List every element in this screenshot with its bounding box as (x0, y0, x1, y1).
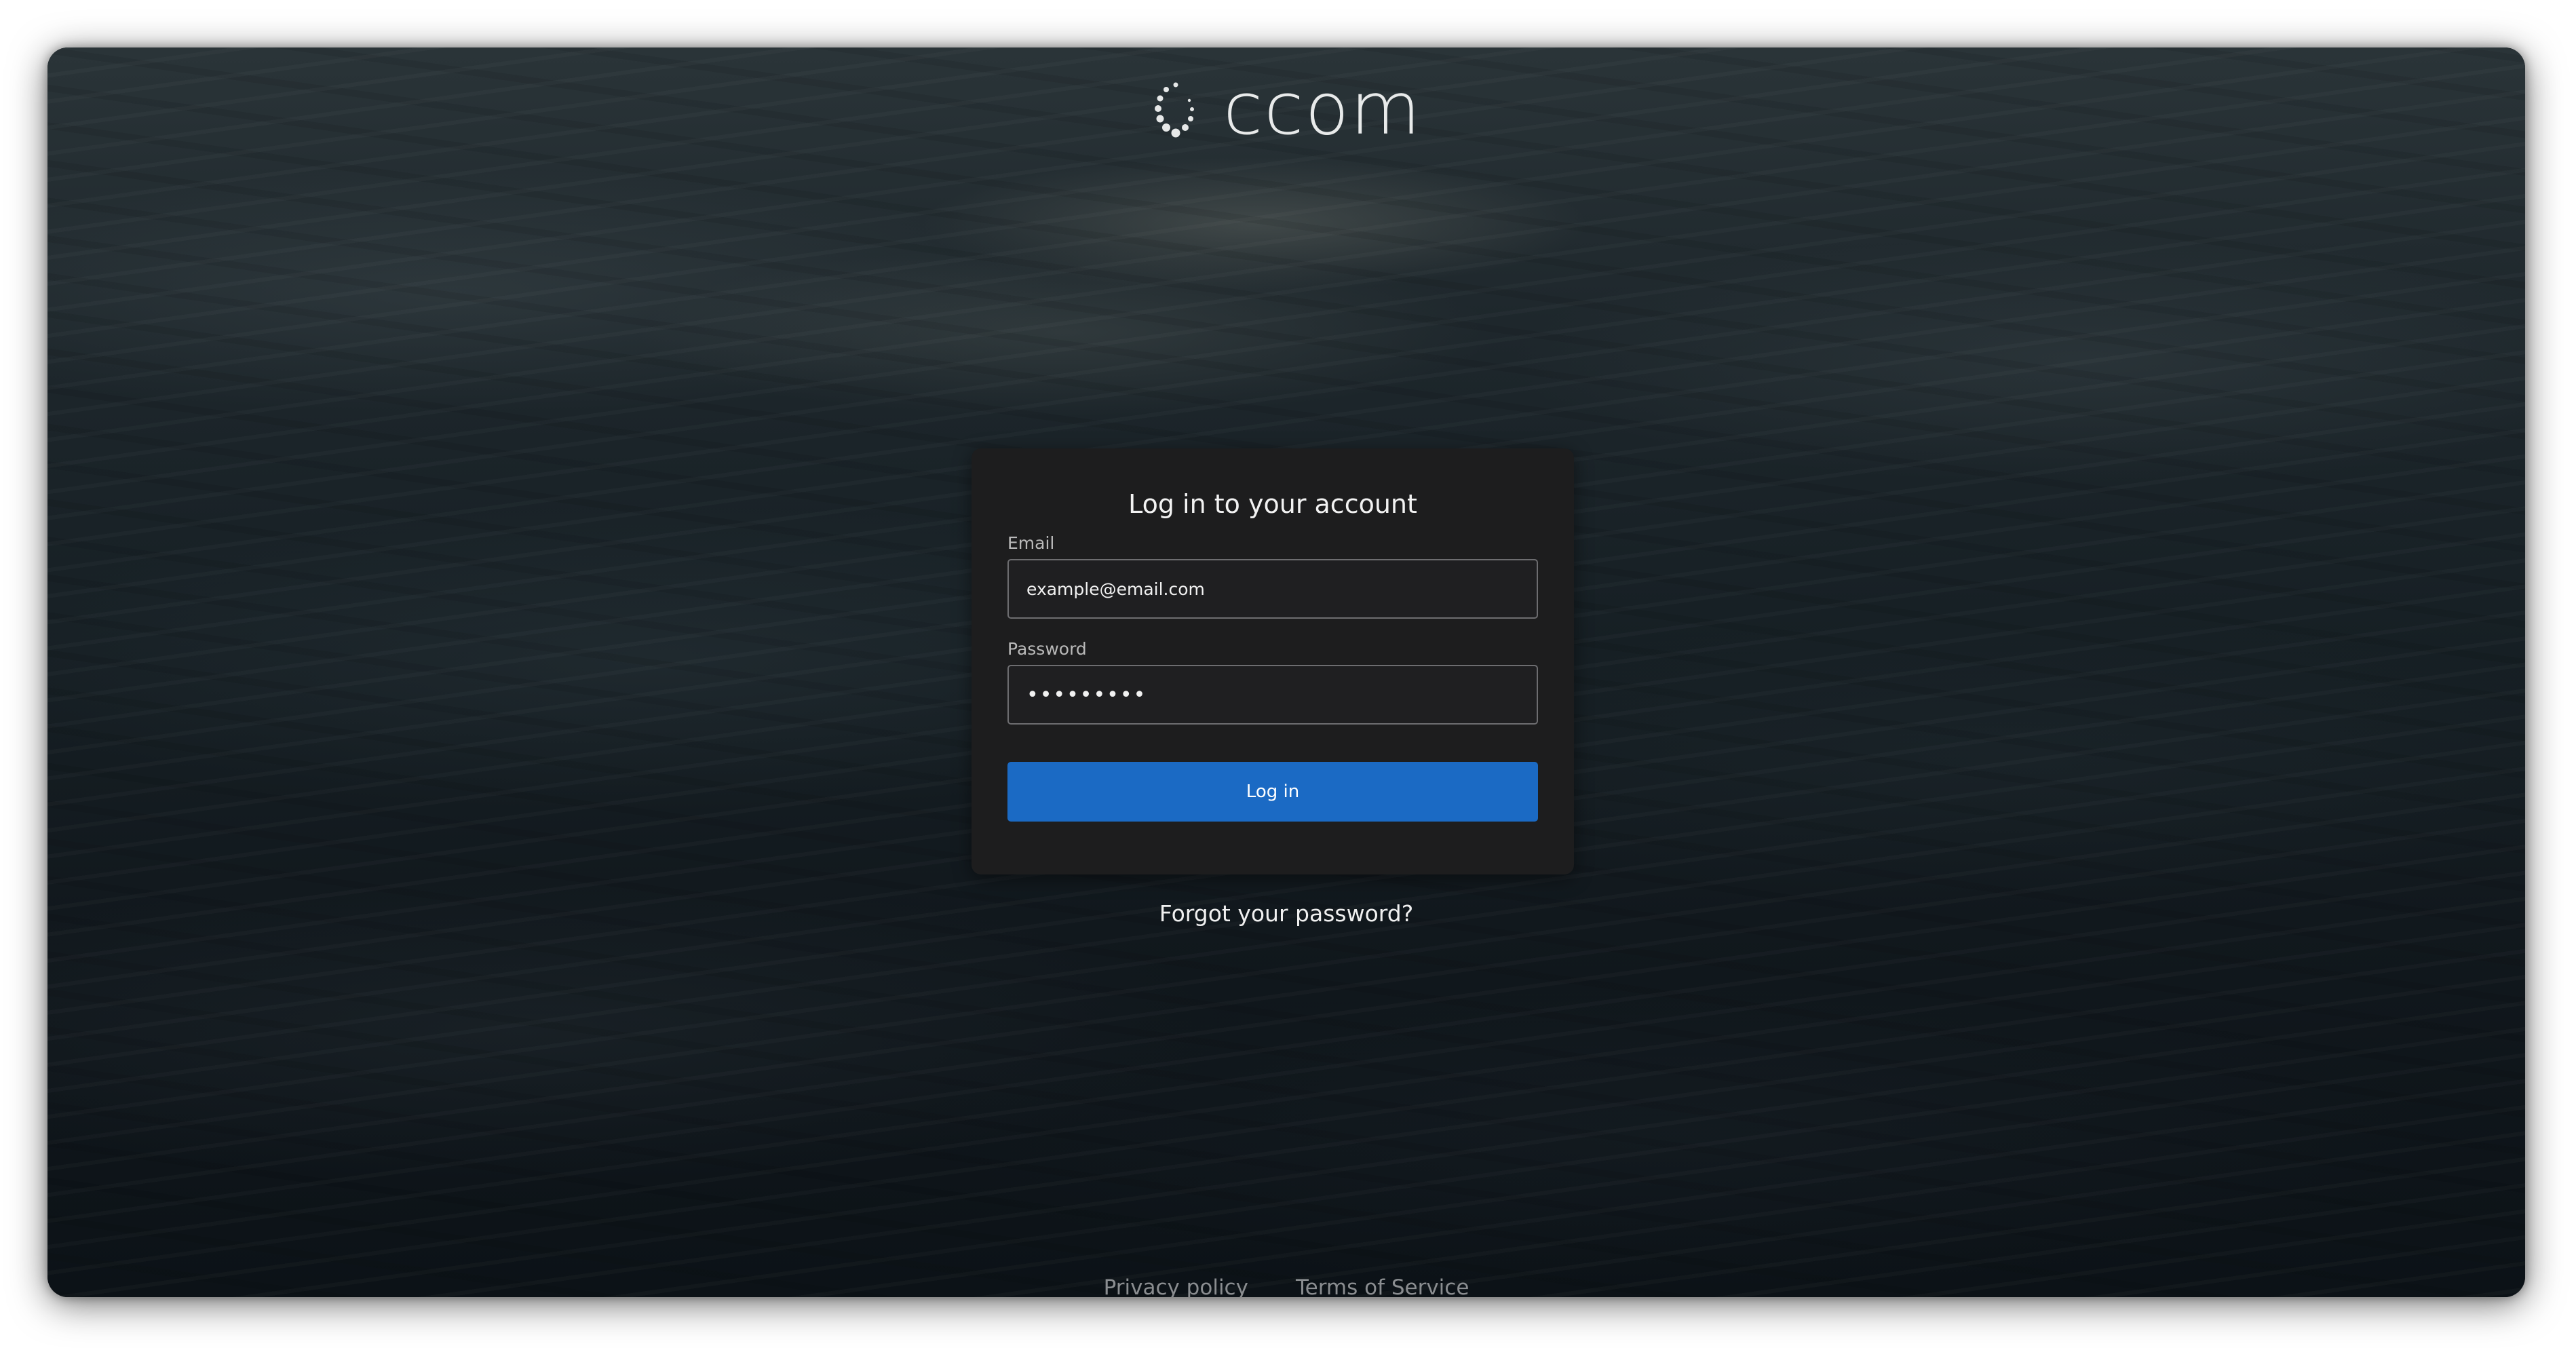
login-title: Log in to your account (1128, 489, 1417, 519)
forgot-password-row: Forgot your password? (47, 899, 2525, 929)
privacy-policy-link[interactable]: Privacy policy (1104, 1274, 1248, 1297)
brand-name: ccom (1223, 67, 1422, 151)
footer: Privacy policy Terms of Service (47, 1274, 2525, 1297)
password-field[interactable] (1007, 665, 1538, 725)
forgot-password-link[interactable]: Forgot your password? (1159, 900, 1413, 927)
email-label: Email (1007, 533, 1055, 553)
brand-logo: ccom (1143, 71, 1422, 153)
spinner-dots-icon (1155, 82, 1194, 138)
email-field[interactable] (1007, 559, 1538, 619)
terms-of-service-link[interactable]: Terms of Service (1296, 1274, 1469, 1297)
app-window: ccom Log in to your account Email Passwo… (47, 47, 2525, 1297)
password-label: Password (1007, 639, 1087, 659)
login-button[interactable]: Log in (1007, 762, 1538, 822)
login-card: Log in to your account Email Password Lo… (972, 448, 1574, 874)
